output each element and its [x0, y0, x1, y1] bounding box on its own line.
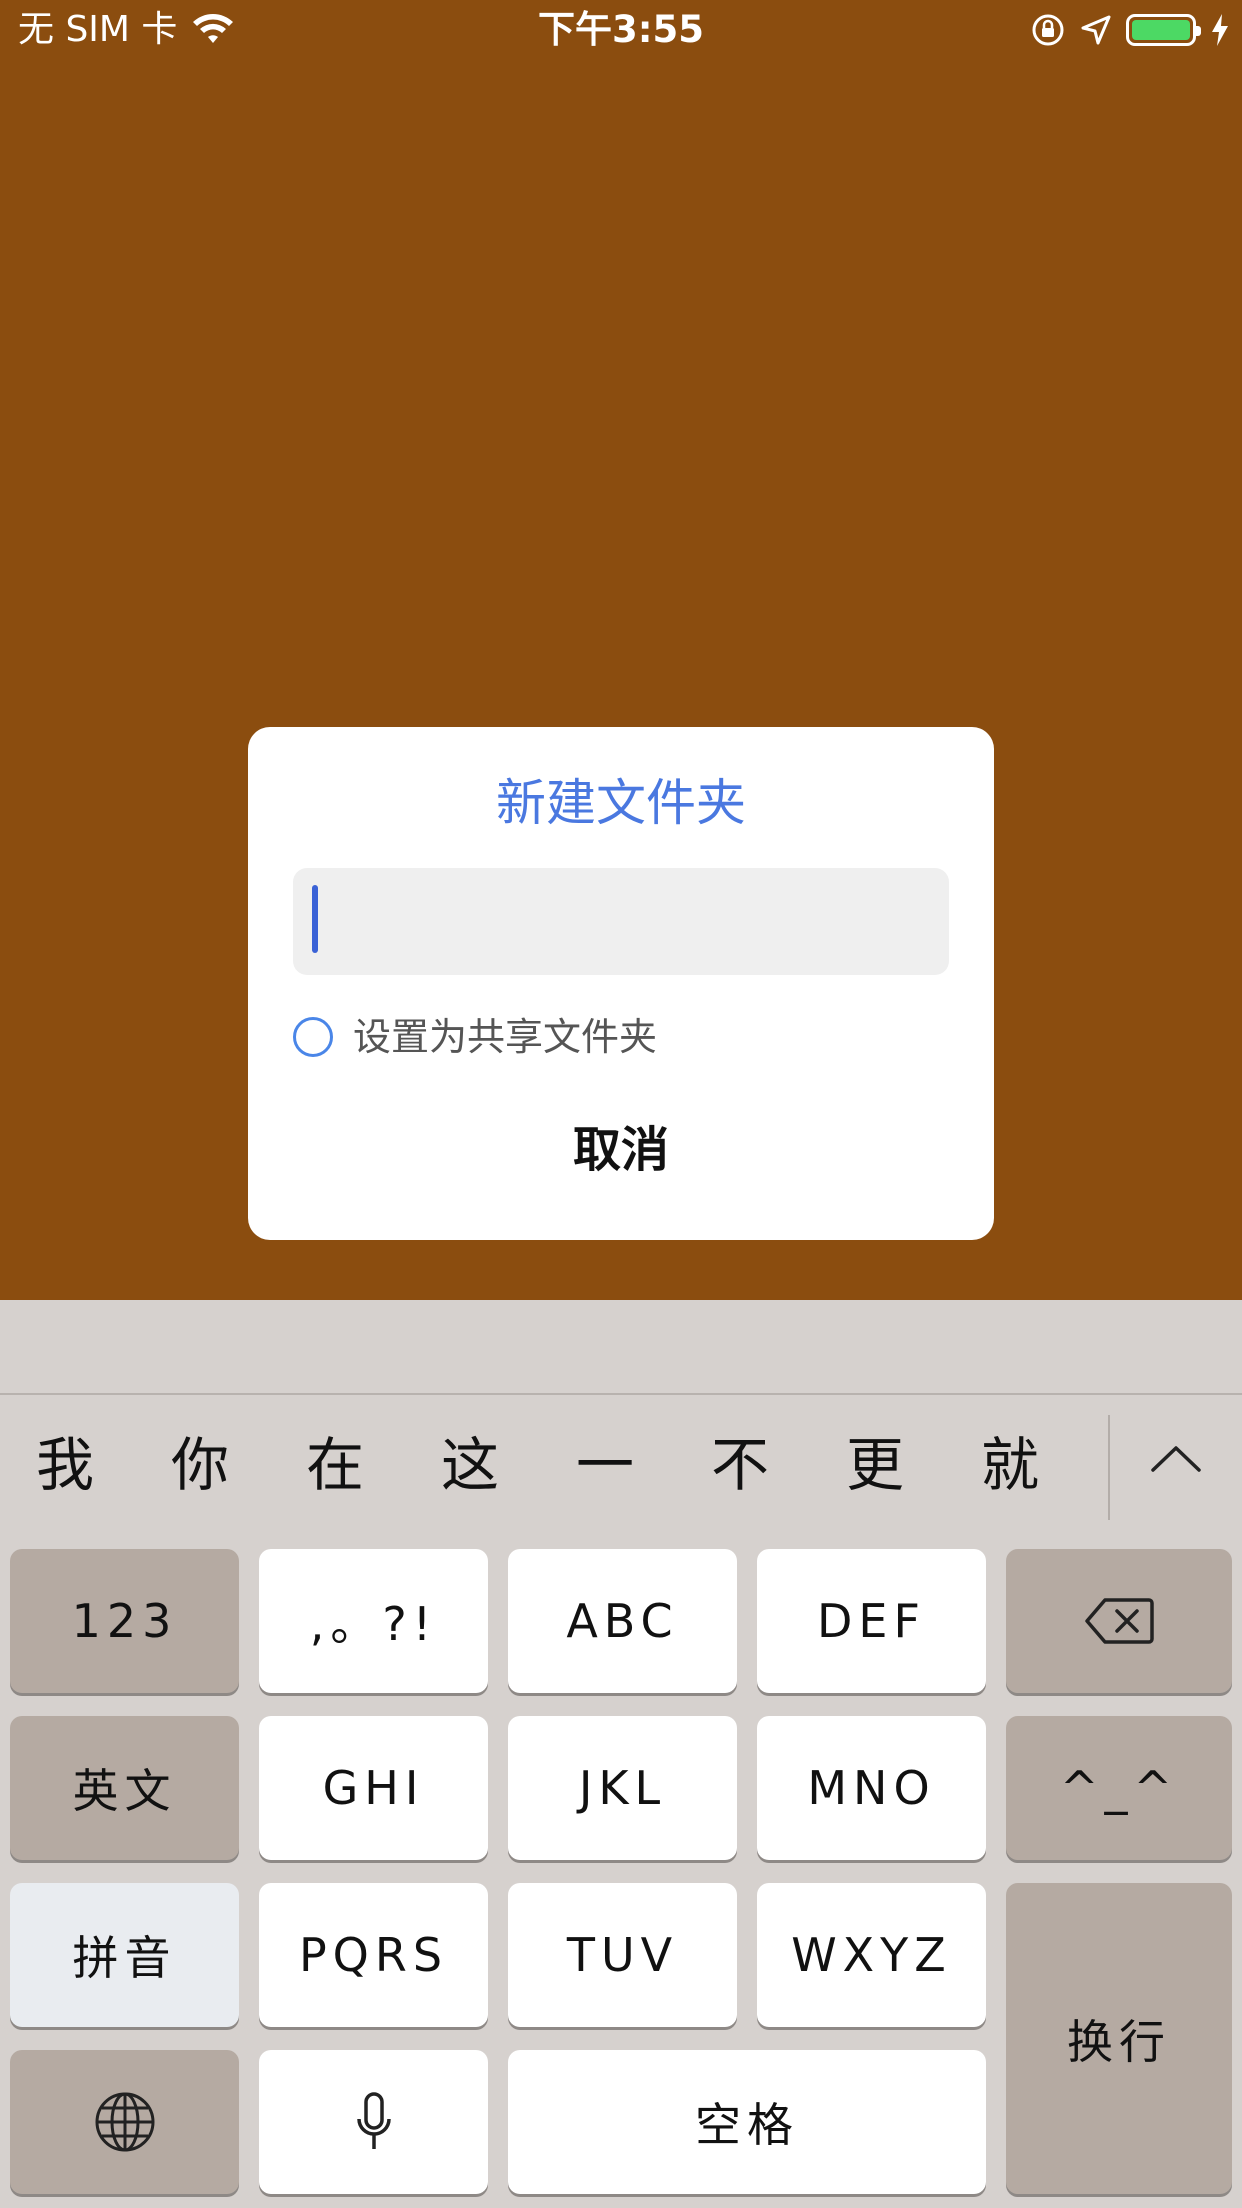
key-pqrs[interactable]: PQRS	[259, 1883, 488, 2027]
candidate-divider	[1108, 1415, 1110, 1520]
share-folder-label: 设置为共享文件夹	[353, 1015, 658, 1059]
keyboard-top-bar	[0, 1300, 1242, 1395]
charging-bolt-icon	[1212, 14, 1228, 46]
candidate-word[interactable]: 在	[290, 1425, 380, 1505]
key-label: TUV	[566, 1928, 679, 1982]
key-emoticon[interactable]: ^_^	[1006, 1716, 1232, 1860]
microphone-icon	[356, 2092, 391, 2149]
key-wxyz[interactable]: WXYZ	[757, 1883, 986, 2027]
microphone-key[interactable]	[259, 2050, 488, 2194]
key-label: ^_^	[1059, 1761, 1179, 1815]
share-folder-option[interactable]: 设置为共享文件夹	[293, 1009, 657, 1065]
key-ghi[interactable]: GHI	[259, 1716, 488, 1860]
key-label: GHI	[322, 1761, 425, 1815]
candidate-word[interactable]: 我	[20, 1425, 110, 1505]
key-punctuation[interactable]: ,。?!	[259, 1549, 488, 1693]
key-label: 拼音	[72, 1931, 177, 1985]
key-label: 123	[71, 1594, 178, 1648]
candidate-word[interactable]: 更	[830, 1425, 920, 1505]
backspace-icon	[1085, 1598, 1154, 1644]
return-key[interactable]: 换行	[1006, 1883, 1232, 2194]
cancel-button[interactable]: 取消	[248, 1113, 994, 1187]
globe-key[interactable]	[10, 2050, 239, 2194]
key-label: 英文	[72, 1764, 177, 1818]
battery-level	[1132, 20, 1190, 40]
key-label: 换行	[1067, 2014, 1171, 2069]
space-key[interactable]: 空格	[508, 2050, 986, 2194]
key-label: ,。?!	[309, 1597, 438, 1651]
status-bar: 无 SIM 卡 下午3:55	[0, 0, 1242, 62]
key-label: WXYZ	[791, 1928, 952, 1982]
chevron-up-icon[interactable]	[1150, 1443, 1202, 1473]
new-folder-dialog: 新建文件夹 设置为共享文件夹 取消	[248, 727, 994, 1240]
key-label: JKL	[578, 1761, 667, 1815]
backspace-key[interactable]	[1006, 1549, 1232, 1693]
key-label: 空格	[695, 2098, 799, 2152]
orientation-lock-icon	[1032, 14, 1064, 46]
location-icon	[1081, 15, 1111, 45]
key-label: DEF	[817, 1594, 926, 1648]
candidate-word[interactable]: 这	[425, 1425, 515, 1505]
key-pinyin[interactable]: 拼音	[10, 1883, 239, 2027]
candidate-word[interactable]: 就	[965, 1425, 1055, 1505]
text-caret	[312, 885, 318, 953]
key-123[interactable]: 123	[10, 1549, 239, 1693]
key-def[interactable]: DEF	[757, 1549, 986, 1693]
candidate-bar: 我 你 在 这 一 不 更 就	[0, 1397, 1242, 1537]
key-jkl[interactable]: JKL	[508, 1716, 737, 1860]
key-tuv[interactable]: TUV	[508, 1883, 737, 2027]
key-label: PQRS	[298, 1928, 449, 1982]
candidate-word[interactable]: 你	[155, 1425, 245, 1505]
globe-icon	[95, 2092, 154, 2152]
battery-icon	[1126, 14, 1201, 46]
key-english[interactable]: 英文	[10, 1716, 239, 1860]
keyboard: 我 你 在 这 一 不 更 就 123 ,。?! ABC DEF 英文 GHI …	[0, 1300, 1242, 2208]
candidate-word[interactable]: 一	[560, 1425, 650, 1505]
key-mno[interactable]: MNO	[757, 1716, 986, 1860]
key-label: ABC	[566, 1594, 679, 1648]
key-label: MNO	[807, 1761, 936, 1815]
share-radio-button[interactable]	[293, 1017, 333, 1057]
key-abc[interactable]: ABC	[508, 1549, 737, 1693]
dialog-title: 新建文件夹	[496, 774, 746, 832]
status-right-group	[1030, 8, 1230, 52]
folder-name-input[interactable]	[293, 868, 949, 975]
candidate-word[interactable]: 不	[695, 1425, 785, 1505]
